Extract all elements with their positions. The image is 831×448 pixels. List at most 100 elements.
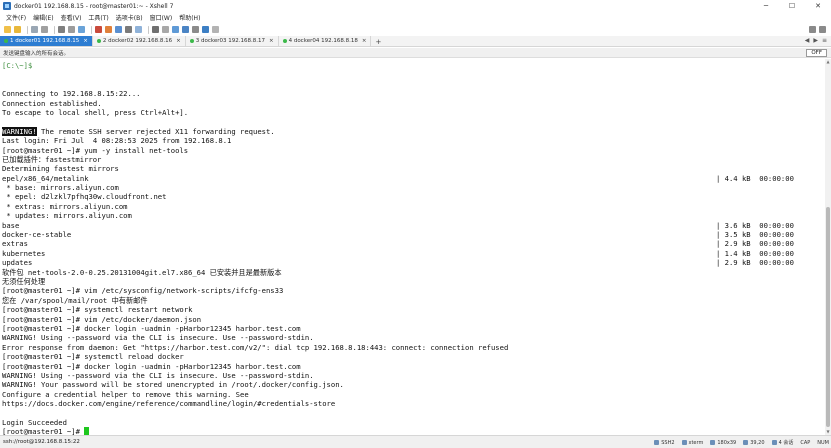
tab-close-icon[interactable]: × xyxy=(362,38,367,44)
terminal-line: [root@master01 ~]# systemctl restart net… xyxy=(2,305,825,314)
sessions-icon xyxy=(771,440,777,445)
fullscreen-icon[interactable] xyxy=(172,26,179,33)
menu-edit[interactable]: 编辑(E) xyxy=(33,13,53,22)
terminal-line: Error response from daemon: Get "https:/… xyxy=(2,343,825,352)
terminal-line-text: Configure a credential helper to remove … xyxy=(2,389,249,399)
terminal-line-text: WARNING! Using --password via the CLI is… xyxy=(2,333,314,343)
xshell-app-icon xyxy=(3,2,11,10)
dropdown-icon[interactable] xyxy=(212,26,219,33)
menu-tabs[interactable]: 选项卡(B) xyxy=(116,13,143,22)
layout-icon[interactable] xyxy=(809,26,816,33)
terminal-line: 软件包 net-tools-2.0-0.25.20131004git.el7.x… xyxy=(2,268,825,277)
status-size: 180x39 xyxy=(710,440,736,446)
compose-icon[interactable] xyxy=(182,26,189,33)
xshell-window: docker01 192.168.8.15 - root@master01:~ … xyxy=(0,0,831,448)
menu-view[interactable]: 查看(V) xyxy=(61,13,82,22)
tab-docker01[interactable]: 1 docker01 192.168.8.15 × xyxy=(0,36,93,46)
terminal-line: WARNING! Using --password via the CLI is… xyxy=(2,333,825,342)
terminal-line-text: [root@master01 ~]# systemctl reload dock… xyxy=(2,352,184,362)
tab-docker02[interactable]: 2 docker02 192.168.8.16 × xyxy=(93,36,186,46)
scroll-up-icon[interactable]: ▲ xyxy=(825,59,831,65)
tab-list-icon[interactable]: ≡ xyxy=(822,37,827,44)
terminal-line: [root@master01 ~]# vim /etc/docker/daemo… xyxy=(2,315,825,324)
terminal-line: [root@master01 ~]# vim /etc/sysconfig/ne… xyxy=(2,286,825,295)
menu-tools[interactable]: 工具(T) xyxy=(88,13,108,22)
terminal-line: [root@master01 ~]# systemctl reload dock… xyxy=(2,352,825,361)
minimize-button[interactable]: ─ xyxy=(753,0,779,12)
terminal-line-text: 无须任何处理 xyxy=(2,276,46,286)
tab-label: 4 docker04 192.168.8.18 xyxy=(288,38,358,44)
terminal-line: Connecting to 192.168.8.15:22... xyxy=(2,89,825,98)
terminal-scrollbar[interactable]: ▲ ▼ xyxy=(825,59,831,435)
terminal-line: Connection established. xyxy=(2,99,825,108)
scrollbar-thumb[interactable] xyxy=(826,207,830,427)
new-tab-button[interactable]: + xyxy=(371,38,385,46)
tab-docker03[interactable]: 3 docker03 192.168.8.17 × xyxy=(186,36,279,46)
terminal-line-text: kubernetes xyxy=(2,248,46,258)
connected-status-icon xyxy=(4,39,8,43)
tab-close-icon[interactable]: × xyxy=(269,38,274,44)
connected-status-icon xyxy=(189,39,194,43)
status-terminal-type: xterm xyxy=(681,440,703,446)
close-button[interactable]: ✕ xyxy=(805,0,831,12)
status-right: SSH2 xterm 180x39 39,20 4 会话 CAP NUM xyxy=(647,439,829,446)
terminal-line-text: WARNING! Your password will be stored un… xyxy=(2,380,344,390)
tab-docker04[interactable]: 4 docker04 192.168.8.18 × xyxy=(279,36,372,46)
toolbar-divider xyxy=(91,25,92,34)
find-icon[interactable] xyxy=(78,26,85,33)
terminal-line: Determining fastest mirrors xyxy=(2,164,825,173)
terminal-line-text: * base: mirrors.aliyun.com xyxy=(2,183,119,193)
maximize-button[interactable]: ☐ xyxy=(779,0,805,12)
terminal-line-text: Determining fastest mirrors xyxy=(2,164,119,174)
terminal-line-text: 软件包 net-tools-2.0-0.25.20131004git.el7.x… xyxy=(2,267,282,277)
terminal-line: * updates: mirrors.aliyun.com xyxy=(2,211,825,220)
status-caps: CAP xyxy=(800,440,810,446)
download-progress-text: | 3.5 kB 00:00:00 xyxy=(716,230,794,240)
terminal-line: docker-ce-stable | 3.5 kB 00:00:00 xyxy=(2,230,825,239)
script-icon[interactable] xyxy=(192,26,199,33)
tab-prev-icon[interactable]: ◀ xyxy=(805,37,810,44)
chevron-down-icon[interactable] xyxy=(819,26,826,33)
terminal-output[interactable]: [C:\~]$ Connecting to 192.168.8.15:22... C… xyxy=(0,59,825,435)
open-folder-icon[interactable] xyxy=(14,26,21,33)
paste-icon[interactable] xyxy=(68,26,75,33)
new-session-icon[interactable] xyxy=(4,26,11,33)
terminal-line: * extras: mirrors.aliyun.com xyxy=(2,202,825,211)
help-icon[interactable] xyxy=(202,26,209,33)
color-scheme-icon[interactable] xyxy=(105,26,112,33)
copy-icon[interactable] xyxy=(58,26,65,33)
menu-window[interactable]: 窗口(W) xyxy=(150,13,173,22)
terminal-line: updates | 2.9 kB 00:00:00 xyxy=(2,258,825,267)
terminal-line-text: base xyxy=(2,220,20,230)
terminal-line: WARNING! The remote SSH server rejected … xyxy=(2,126,825,136)
compose-off-button[interactable]: OFF xyxy=(806,49,827,57)
tab-navigation: ◀ ▶ ≡ xyxy=(801,37,827,44)
reconnect-icon[interactable] xyxy=(41,26,48,33)
tab-close-icon[interactable]: × xyxy=(176,38,181,44)
terminal-line: epel/x86_64/metalink | 4.4 kB 00:00:00 xyxy=(2,174,825,183)
terminal-line-text: [root@master01 ~]# docker login -uadmin … xyxy=(2,361,301,371)
terminal-line-text: Error response from daemon: Get "https:/… xyxy=(2,342,509,352)
transfer-icon[interactable] xyxy=(152,26,159,33)
terminal-line: WARNING! Your password will be stored un… xyxy=(2,380,825,389)
toolbar-divider xyxy=(54,25,55,34)
terminal-line: extras | 2.9 kB 00:00:00 xyxy=(2,239,825,248)
disconnect-icon[interactable] xyxy=(31,26,38,33)
keyboard-icon[interactable] xyxy=(135,26,142,33)
font-icon[interactable] xyxy=(115,26,122,33)
terminal-line-text: epel/x86_64/metalink xyxy=(2,173,89,183)
xftp-icon[interactable] xyxy=(95,26,102,33)
terminal-line: Configure a credential helper to remove … xyxy=(2,390,825,399)
tab-label: 1 docker01 192.168.8.15 xyxy=(10,38,80,44)
tab-close-icon[interactable]: × xyxy=(83,38,88,44)
terminal-line-text: * extras: mirrors.aliyun.com xyxy=(2,201,128,211)
status-size-text: 180x39 xyxy=(717,439,737,446)
properties-icon[interactable] xyxy=(125,26,132,33)
menu-help[interactable]: 帮助(H) xyxy=(179,13,200,22)
terminal-line-text: Connection established. xyxy=(2,98,102,108)
tab-next-icon[interactable]: ▶ xyxy=(813,37,818,44)
menu-file[interactable]: 文件(F) xyxy=(6,13,26,22)
terminal-line: https://docs.docker.com/engine/reference… xyxy=(2,399,825,408)
lock-icon[interactable] xyxy=(162,26,169,33)
